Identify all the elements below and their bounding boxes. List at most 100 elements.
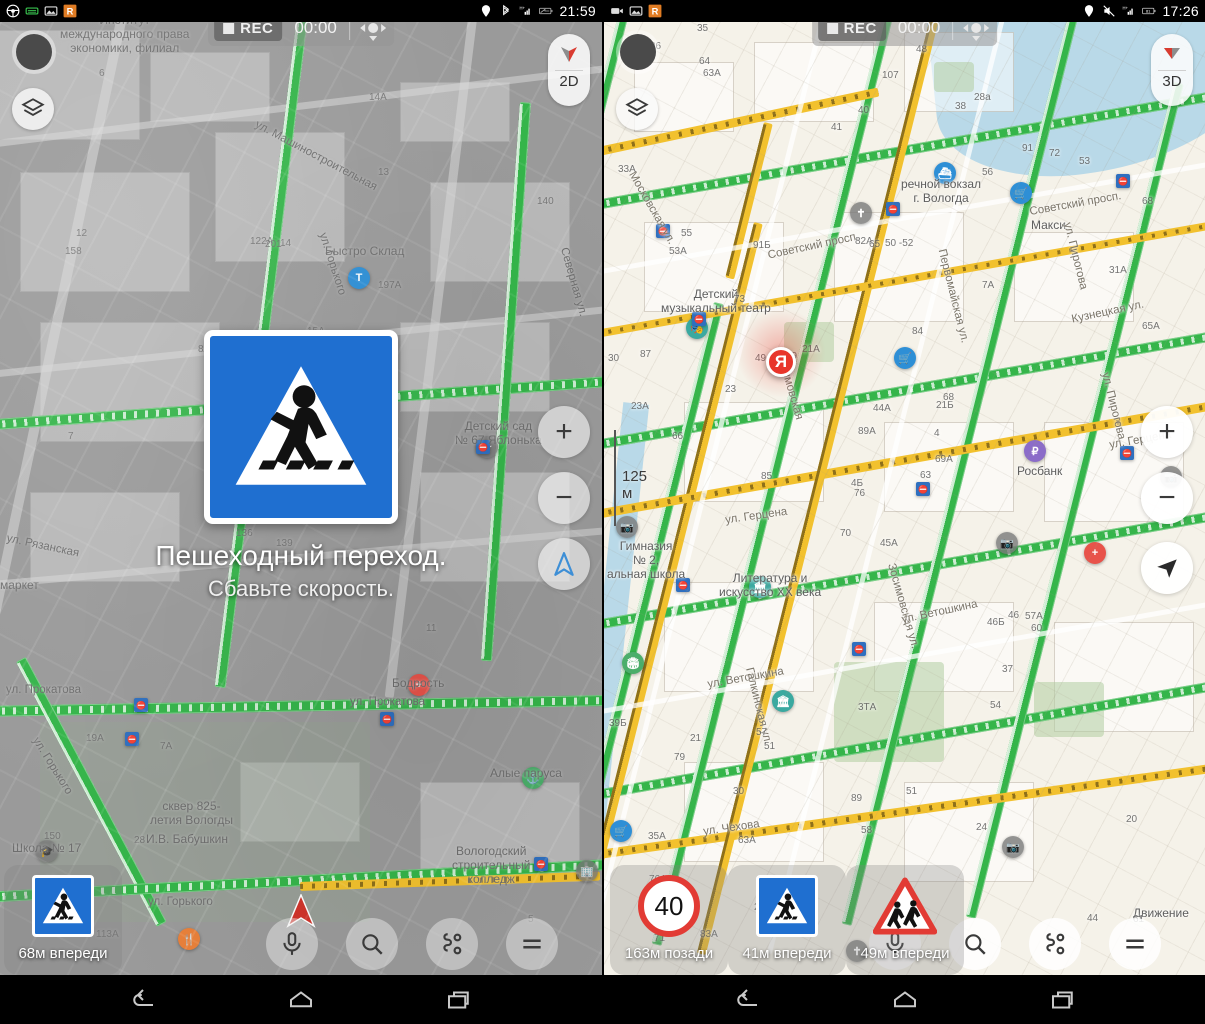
- signal-hplus-icon: H+: [520, 6, 531, 15]
- poi-icon[interactable]: 🛒: [1010, 182, 1032, 204]
- house-number: 24: [976, 822, 988, 833]
- poi-icon[interactable]: ✝: [850, 202, 872, 224]
- house-number: 89A: [858, 426, 876, 437]
- house-number: 64: [699, 56, 711, 67]
- battery-81-icon: 81: [1142, 7, 1156, 15]
- recents-icon[interactable]: [1048, 985, 1078, 1015]
- avatar[interactable]: [12, 30, 56, 74]
- alert-badge[interactable]: 68м впереди: [4, 865, 122, 975]
- poi-icon[interactable]: ₽: [1024, 440, 1046, 462]
- stop-square-icon: [826, 22, 838, 34]
- avatar[interactable]: [616, 30, 660, 74]
- street-label: ул. Горького: [148, 896, 213, 908]
- poi-icon[interactable]: 📷: [996, 532, 1018, 554]
- location-icon: [482, 5, 491, 17]
- house-number: 40: [858, 105, 870, 116]
- map-mode-label: 3D: [1162, 73, 1182, 90]
- route-button[interactable]: [426, 918, 478, 970]
- poi-icon[interactable]: 🛒: [894, 347, 916, 369]
- layers-button[interactable]: [12, 88, 54, 130]
- status-bar-right-icons: H+ 21:59: [479, 3, 596, 19]
- badge-caption: 49м впереди: [860, 945, 950, 962]
- map-mode-button[interactable]: 2D: [548, 34, 590, 106]
- house-number: 91: [1022, 143, 1034, 154]
- alert-badges: 68м впереди: [4, 865, 122, 975]
- map-mode-button[interactable]: 3D: [1151, 34, 1193, 106]
- traffic-sign-icon[interactable]: ⛔: [886, 202, 900, 216]
- traffic-sign-icon[interactable]: ⛔: [1116, 174, 1130, 188]
- yandex-location-marker[interactable]: Я: [766, 347, 796, 377]
- house-number: 56: [982, 167, 994, 178]
- poi-icon[interactable]: 📷: [1002, 836, 1024, 858]
- poi-icon[interactable]: 🏢: [576, 860, 598, 882]
- house-number: 30: [608, 353, 620, 364]
- locate-button[interactable]: [1141, 542, 1193, 594]
- menu-button[interactable]: [1109, 918, 1161, 970]
- status-bar-right-icons: H+ 81 17:26: [1082, 3, 1199, 19]
- traffic-sign-icon[interactable]: ⛔: [380, 712, 394, 726]
- traffic-sign-icon[interactable]: ⛔: [916, 482, 930, 496]
- traffic-sign-icon[interactable]: ⛔: [125, 732, 139, 746]
- status-bar: R H+ 21:59: [0, 0, 602, 22]
- alert-badges: 40 163м позади 41м впереди 49м впереди: [610, 865, 964, 975]
- alert-badge[interactable]: 41м впереди: [728, 865, 846, 975]
- house-number: 63A: [738, 835, 756, 846]
- alert-badge[interactable]: 49м впереди: [846, 865, 964, 975]
- poi-icon[interactable]: 📷: [616, 516, 638, 538]
- house-number: 46Б: [987, 617, 1005, 628]
- house-number: 12: [76, 228, 88, 239]
- left-screenshot-panel: R H+ 21:59 T + ⚓ 🎓 🏢 🍴 ⛔ ⛔ ⛔ ⛔ ⛔ междуна…: [0, 0, 602, 1024]
- house-number: 51: [764, 741, 776, 752]
- traffic-sign-icon[interactable]: ⛔: [134, 698, 148, 712]
- traffic-sign-icon[interactable]: ⛔: [852, 642, 866, 656]
- poi-icon[interactable]: 🏛: [772, 690, 794, 712]
- divider: [555, 70, 583, 71]
- house-number: 13: [378, 167, 390, 178]
- voice-button[interactable]: [266, 918, 318, 970]
- poi-icon[interactable]: T: [348, 267, 370, 289]
- street-label: Северная ул.: [557, 246, 590, 318]
- map-label: Алые паруса: [490, 766, 562, 780]
- svg-text:81: 81: [1146, 9, 1151, 14]
- navigation-arrow-icon: [1157, 559, 1177, 578]
- zoom-out-button[interactable]: −: [1141, 472, 1193, 524]
- search-icon: [362, 934, 383, 955]
- recents-icon[interactable]: [444, 985, 474, 1015]
- menu-button[interactable]: [506, 918, 558, 970]
- house-number: 65A: [1142, 321, 1160, 332]
- route-button[interactable]: [1029, 918, 1081, 970]
- house-number: 70: [840, 528, 852, 539]
- map-label: Бодрость: [392, 676, 445, 690]
- map-label: Институт международного права экономики,…: [60, 22, 190, 55]
- alert-badge[interactable]: 40 163м позади: [610, 865, 728, 975]
- house-number: 53A: [669, 246, 687, 257]
- house-number: 53: [1079, 156, 1091, 167]
- poi-icon[interactable]: 🏟: [622, 652, 644, 674]
- house-number: 6: [99, 68, 105, 79]
- layers-button[interactable]: [616, 88, 658, 130]
- status-bar-left-icons: R: [6, 4, 77, 18]
- house-number: 39Б: [609, 718, 627, 729]
- house-number: 23A: [631, 401, 649, 412]
- house-number: 31A: [1109, 265, 1127, 276]
- poi-icon[interactable]: +: [1084, 542, 1106, 564]
- house-number: 79: [674, 752, 686, 763]
- poi-icon[interactable]: 🛒: [610, 820, 632, 842]
- traffic-sign-icon[interactable]: ⛔: [534, 857, 548, 871]
- back-icon[interactable]: [128, 985, 158, 1015]
- route-icon: [443, 933, 462, 955]
- house-number: 35A: [648, 831, 666, 842]
- house-number: 89: [851, 793, 863, 804]
- home-icon[interactable]: [890, 985, 920, 1015]
- home-icon[interactable]: [286, 985, 316, 1015]
- house-number: 54: [990, 700, 1002, 711]
- search-button[interactable]: [346, 918, 398, 970]
- map-canvas-day[interactable]: Я ⛴ ✝ 🎭 🛒 🛒 ₽ + 🏛 🏛 🏟 🛒 📷 📷 📷 📷 ✝ ⛔ ⛔ ⛔ …: [604, 22, 1205, 975]
- speed-limit-sign: 40: [638, 875, 700, 937]
- house-number: 38: [955, 101, 967, 112]
- map-label: речной вокзал г. Вологда: [901, 177, 982, 205]
- pedestrian-crossing-sign: [204, 330, 398, 524]
- screenshot-icon: [44, 6, 58, 16]
- back-icon[interactable]: [732, 985, 762, 1015]
- zoom-in-button[interactable]: +: [1141, 406, 1193, 458]
